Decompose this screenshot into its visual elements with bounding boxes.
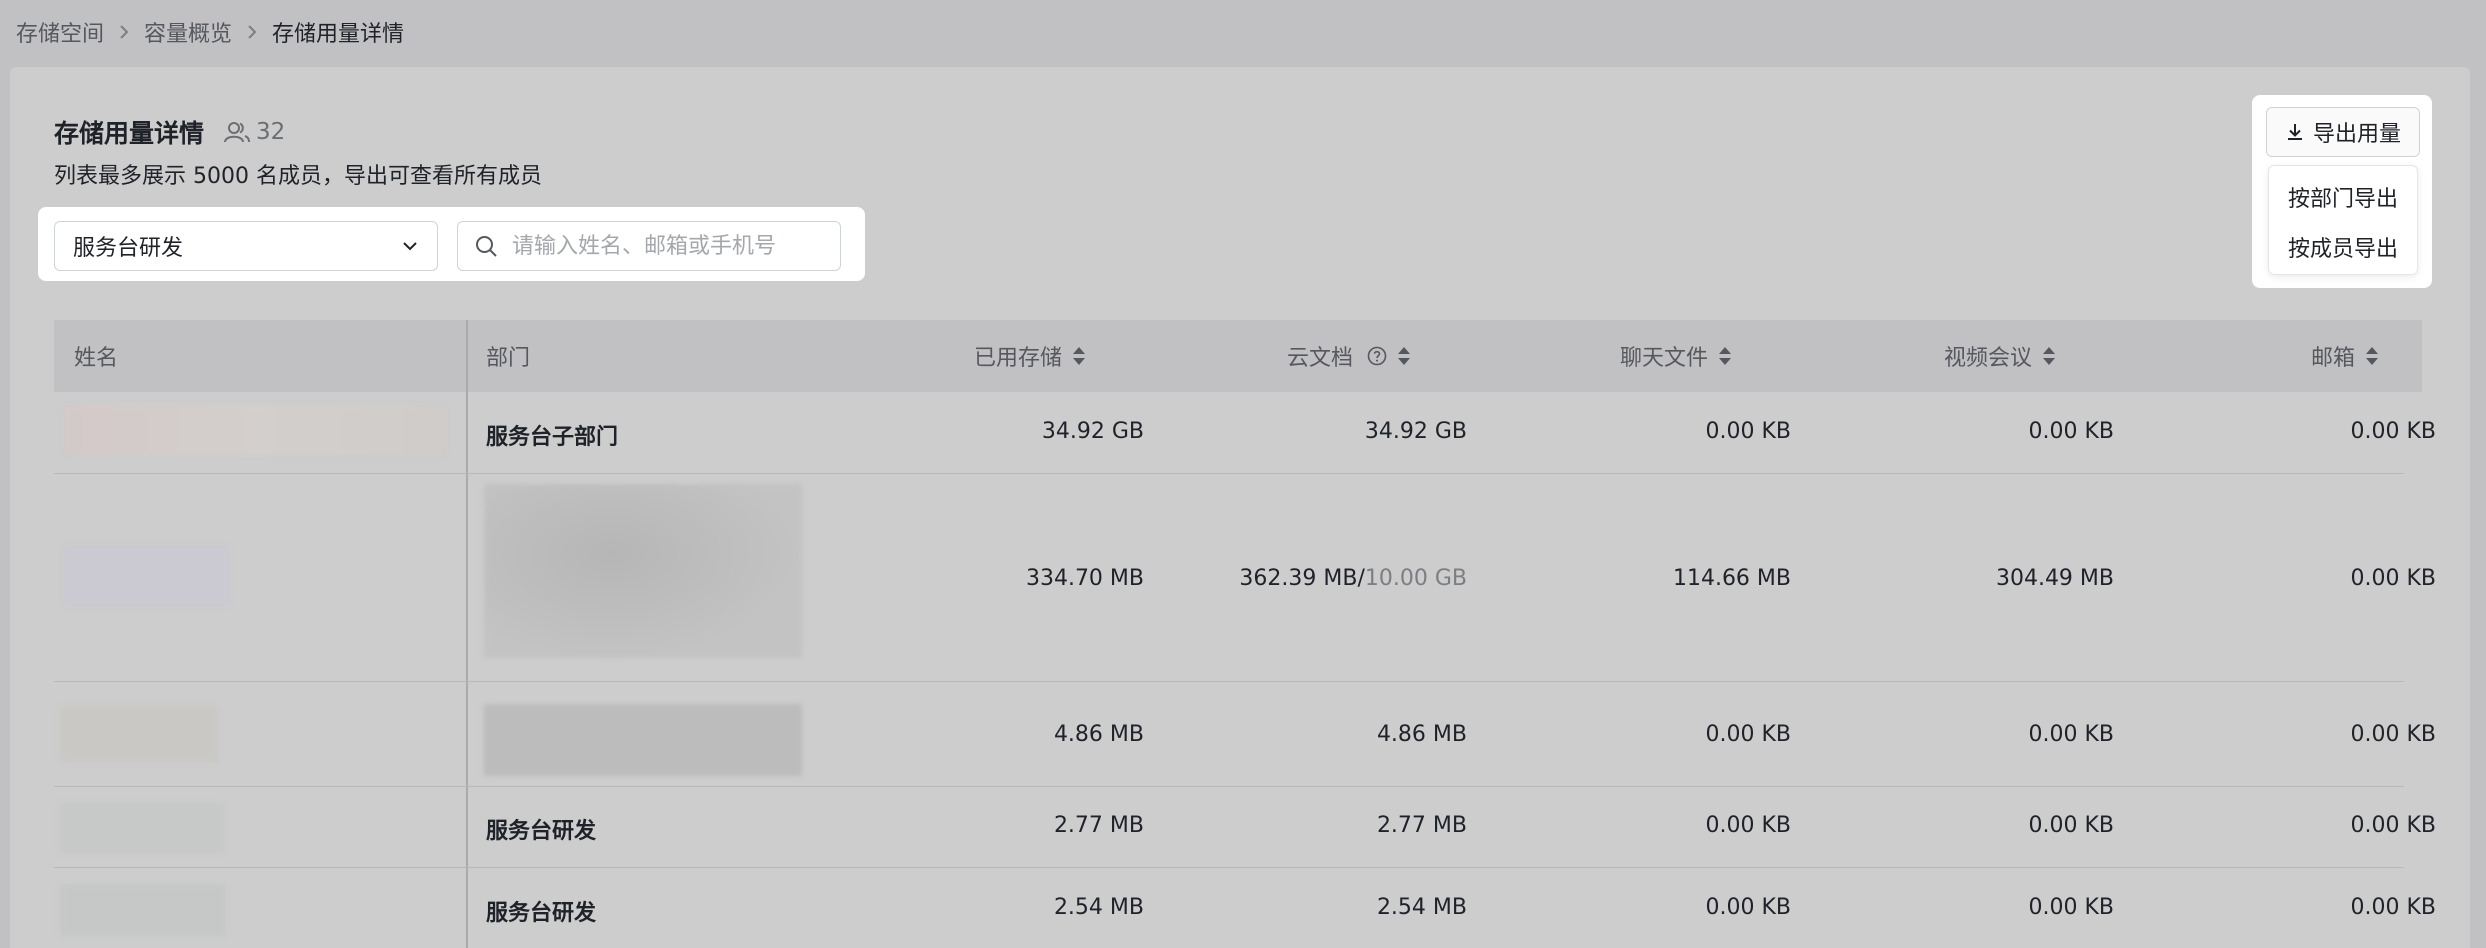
cell-mailbox: 0.00 KB <box>2350 722 2437 747</box>
search-box[interactable] <box>457 221 841 271</box>
users-icon <box>224 122 251 143</box>
cell-cloud-docs: 362.39 MB/10.00 GB <box>1239 566 1467 591</box>
breadcrumb-item-current: 存储用量详情 <box>272 22 405 47</box>
cell-used-storage: 334.70 MB <box>1025 566 1144 591</box>
breadcrumb-item-storage[interactable]: 存储空间 <box>16 16 104 48</box>
cell-video-meetings: 304.49 MB <box>1995 566 2114 591</box>
download-icon <box>2287 124 2302 140</box>
table-row[interactable]: 服务台研发 2.77 MB 2.77 MB 0.00 KB 0.00 KB 0.… <box>54 787 2436 868</box>
sort-icon[interactable] <box>2042 345 2056 367</box>
cell-cloud-docs: 2.77 MB <box>1376 813 1467 838</box>
page-subtitle: 列表最多展示 5000 名成员，导出可查看所有成员 <box>54 164 542 189</box>
breadcrumb-item-overview[interactable]: 容量概览 <box>144 16 232 48</box>
table-row[interactable]: 4.86 MB 4.86 MB 0.00 KB 0.00 KB 0.00 KB <box>54 682 2436 787</box>
chevron-down-icon <box>403 242 417 251</box>
cell-cloud-docs: 2.54 MB <box>1376 895 1467 920</box>
column-header-mailbox[interactable]: 邮箱 <box>2311 320 2379 392</box>
department-redacted <box>484 484 802 658</box>
cell-chat-files: 0.00 KB <box>1705 813 1792 838</box>
department-select[interactable]: 服务台研发 <box>54 221 438 271</box>
usage-table: 姓名 部门 已用存储 云文档 聊天文件 视频会议 邮箱 服务台子部门 34.92… <box>54 320 2436 948</box>
export-panel: 导出用量 按部门导出 按成员导出 <box>2252 95 2432 288</box>
cell-used-storage: 2.54 MB <box>1053 895 1144 920</box>
cell-chat-files: 0.00 KB <box>1705 895 1792 920</box>
cell-video-meetings: 0.00 KB <box>2028 895 2115 920</box>
cell-video-meetings: 0.00 KB <box>2028 813 2115 838</box>
filter-bar: 服务台研发 <box>38 207 865 281</box>
sort-icon[interactable] <box>1397 345 1411 367</box>
chevron-right-icon <box>232 24 272 40</box>
cell-department: 服务台子部门 <box>486 425 619 450</box>
page-header: 存储用量详情 32 <box>54 112 285 152</box>
column-header-chat-files[interactable]: 聊天文件 <box>1620 320 1732 392</box>
export-usage-button[interactable]: 导出用量 <box>2266 107 2420 157</box>
cell-mailbox: 0.00 KB <box>2350 419 2437 444</box>
breadcrumb: 存储空间 容量概览 存储用量详情 <box>16 14 404 50</box>
column-header-cloud-docs[interactable]: 云文档 <box>1287 320 1411 392</box>
sort-icon[interactable] <box>1072 345 1086 367</box>
table-row[interactable]: 334.70 MB 362.39 MB/10.00 GB 114.66 MB 3… <box>54 474 2436 682</box>
search-input[interactable] <box>512 233 812 259</box>
export-menu: 按部门导出 按成员导出 <box>2268 165 2418 275</box>
avatar-name-redacted <box>64 405 446 455</box>
chevron-right-icon <box>104 24 144 40</box>
cell-used-storage: 34.92 GB <box>1041 419 1144 444</box>
cell-video-meetings: 0.00 KB <box>2028 419 2115 444</box>
department-redacted <box>484 704 802 776</box>
cell-department: 服务台研发 <box>486 819 597 844</box>
table-row[interactable]: 服务台研发 2.54 MB 2.54 MB 0.00 KB 0.00 KB 0.… <box>54 868 2436 948</box>
member-count: 32 <box>256 119 286 145</box>
cell-mailbox: 0.00 KB <box>2350 566 2437 591</box>
column-header-video-meetings[interactable]: 视频会议 <box>1944 320 2056 392</box>
cell-cloud-docs: 4.86 MB <box>1376 722 1467 747</box>
avatar-name-redacted <box>64 546 229 606</box>
cell-video-meetings: 0.00 KB <box>2028 722 2115 747</box>
sort-icon[interactable] <box>2365 345 2379 367</box>
member-count-badge: 32 <box>224 119 285 145</box>
table-header: 姓名 部门 已用存储 云文档 聊天文件 视频会议 邮箱 <box>54 320 2422 392</box>
page-title: 存储用量详情 <box>54 119 205 148</box>
cell-used-storage: 4.86 MB <box>1053 722 1144 747</box>
search-icon <box>476 236 497 257</box>
department-select-value: 服务台研发 <box>73 236 184 261</box>
cell-department: 服务台研发 <box>486 901 597 926</box>
avatar-name-redacted <box>60 884 226 936</box>
cell-chat-files: 0.00 KB <box>1705 722 1792 747</box>
export-by-department[interactable]: 按部门导出 <box>2269 172 2417 222</box>
column-header-name: 姓名 <box>74 346 119 371</box>
cell-used-storage: 2.77 MB <box>1053 813 1144 838</box>
table-row[interactable]: 服务台子部门 34.92 GB 34.92 GB 0.00 KB 0.00 KB… <box>54 392 2436 474</box>
cell-chat-files: 0.00 KB <box>1705 419 1792 444</box>
cell-mailbox: 0.00 KB <box>2350 813 2437 838</box>
avatar-name-redacted <box>60 803 224 853</box>
sort-icon[interactable] <box>1718 345 1732 367</box>
cell-cloud-docs: 34.92 GB <box>1364 419 1467 444</box>
cell-mailbox: 0.00 KB <box>2350 895 2437 920</box>
column-header-department: 部门 <box>486 346 531 371</box>
cloud-docs-quota: 10.00 GB <box>1364 566 1467 591</box>
cell-chat-files: 114.66 MB <box>1672 566 1791 591</box>
export-by-member[interactable]: 按成员导出 <box>2269 222 2417 272</box>
column-header-used-storage[interactable]: 已用存储 <box>974 320 1086 392</box>
export-usage-label: 导出用量 <box>2312 122 2401 147</box>
help-icon[interactable] <box>1367 346 1387 366</box>
avatar-name-redacted <box>60 706 218 762</box>
